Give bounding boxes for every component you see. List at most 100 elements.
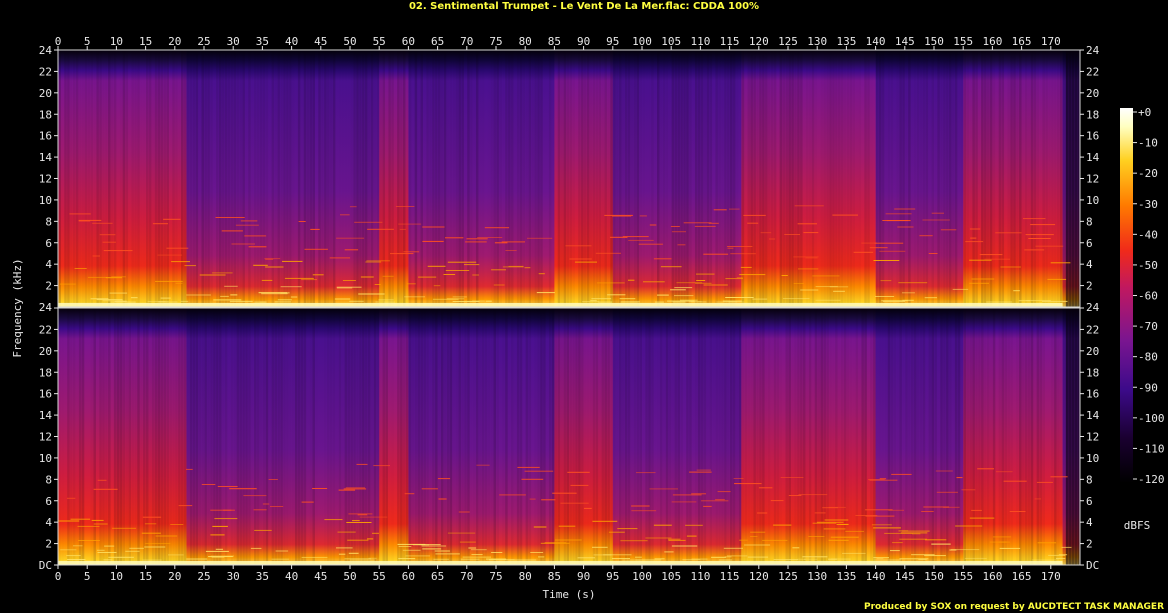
harmonic-streak <box>312 274 324 276</box>
harmonic-streak <box>639 215 647 217</box>
harmonic-streak <box>304 248 328 250</box>
harmonic-streak <box>683 222 712 224</box>
spectrum-column <box>831 50 836 307</box>
spectrum-column <box>405 308 409 565</box>
spectrum-column <box>531 308 535 565</box>
y-tick-label-right: 18 <box>1086 366 1099 379</box>
spectrum-column <box>215 50 219 307</box>
harmonic-streak <box>103 559 113 561</box>
harmonic-streak <box>186 294 211 296</box>
harmonic-streak <box>631 510 657 512</box>
harmonic-streak <box>472 274 479 276</box>
spectrum-column <box>942 308 947 565</box>
harmonic-streak <box>102 300 124 302</box>
y-tick-label-left: 12 <box>39 173 52 186</box>
spectrum-column <box>262 50 266 307</box>
spectrum-column <box>691 50 695 307</box>
harmonic-streak <box>459 541 476 543</box>
spectrum-column <box>788 308 792 565</box>
spectrum-column <box>1015 50 1020 307</box>
spectrum-column <box>1033 308 1037 565</box>
colorbar-tick-label: -100 <box>1138 412 1165 425</box>
harmonic-streak <box>645 537 672 539</box>
harmonic-streak <box>757 512 768 514</box>
harmonic-streak <box>608 531 625 533</box>
harmonic-streak <box>680 299 698 301</box>
spectrum-column <box>1050 50 1055 307</box>
spectrum-column <box>898 308 903 565</box>
spectrum-column <box>907 50 912 307</box>
spectrum-column <box>697 308 701 565</box>
harmonic-streak <box>268 479 278 480</box>
harmonic-streak <box>282 260 303 262</box>
spectrum-column <box>945 308 949 565</box>
spectrum-column <box>825 50 830 307</box>
spectrum-column <box>983 308 987 565</box>
harmonic-streak <box>538 273 545 275</box>
harmonic-streak <box>464 264 480 266</box>
spectrum-column <box>770 50 774 307</box>
harmonic-streak <box>338 489 356 491</box>
spectrum-column <box>677 308 681 565</box>
harmonic-streak <box>891 473 912 475</box>
harmonic-streak <box>794 205 824 207</box>
harmonic-streak <box>97 552 117 553</box>
spectrum-column <box>358 308 363 565</box>
harmonic-streak <box>936 491 958 493</box>
harmonic-streak <box>793 256 819 258</box>
spectrum-column <box>580 50 584 307</box>
spectrum-column <box>621 50 625 307</box>
spectrum-column <box>484 50 488 307</box>
spectrum-column <box>326 50 330 307</box>
harmonic-streak <box>180 300 189 302</box>
spectrum-column <box>618 50 622 307</box>
spectrum-column <box>898 50 903 307</box>
spectrum-column <box>1009 50 1014 307</box>
spectrum-column <box>437 308 441 565</box>
spectrum-column <box>633 50 637 307</box>
harmonic-streak <box>91 519 104 521</box>
spectrum-column <box>998 308 1002 565</box>
spectrum-column <box>352 50 357 307</box>
x-tick-label-bottom: 105 <box>661 570 681 583</box>
spectrum-column <box>1047 50 1052 307</box>
harmonic-streak <box>374 284 381 285</box>
harmonic-streak <box>671 501 697 503</box>
spectrum-column <box>738 308 742 565</box>
spectrum-column <box>148 308 152 565</box>
spectrum-column <box>151 50 155 307</box>
spectrum-column <box>282 50 287 307</box>
spectrum-column <box>72 308 76 565</box>
y-tick-label-left: 14 <box>39 151 53 164</box>
harmonic-streak <box>853 251 874 253</box>
x-tick-label-bottom: 100 <box>632 570 652 583</box>
x-tick-label-top: 20 <box>168 35 181 48</box>
spectrum-column <box>945 50 949 307</box>
spectrum-column <box>180 308 184 565</box>
spectrum-column <box>525 308 529 565</box>
harmonic-streak <box>527 237 553 239</box>
harmonic-streak <box>723 547 743 549</box>
harmonic-streak <box>815 299 841 301</box>
spectrum-column <box>1004 308 1008 565</box>
harmonic-streak <box>141 532 161 534</box>
spectrum-column <box>309 308 313 565</box>
harmonic-streak <box>224 285 238 287</box>
spectrum-column <box>601 308 605 565</box>
harmonic-streak <box>477 237 503 238</box>
spectrum-column <box>621 308 625 565</box>
spectrum-column <box>186 50 190 307</box>
x-tick-label-bottom: 75 <box>489 570 502 583</box>
spectrum-column <box>852 50 856 307</box>
harmonic-streak <box>725 297 754 298</box>
spectrum-column <box>326 308 330 565</box>
spectrum-column <box>925 308 929 565</box>
spectrum-column <box>69 308 73 565</box>
spectrum-column <box>834 50 839 307</box>
harmonic-streak <box>484 227 510 229</box>
harmonic-streak <box>729 208 740 210</box>
harmonic-streak <box>703 505 712 507</box>
harmonic-streak <box>672 301 686 303</box>
spectrum-column <box>189 50 193 307</box>
spectrum-column <box>195 50 199 307</box>
